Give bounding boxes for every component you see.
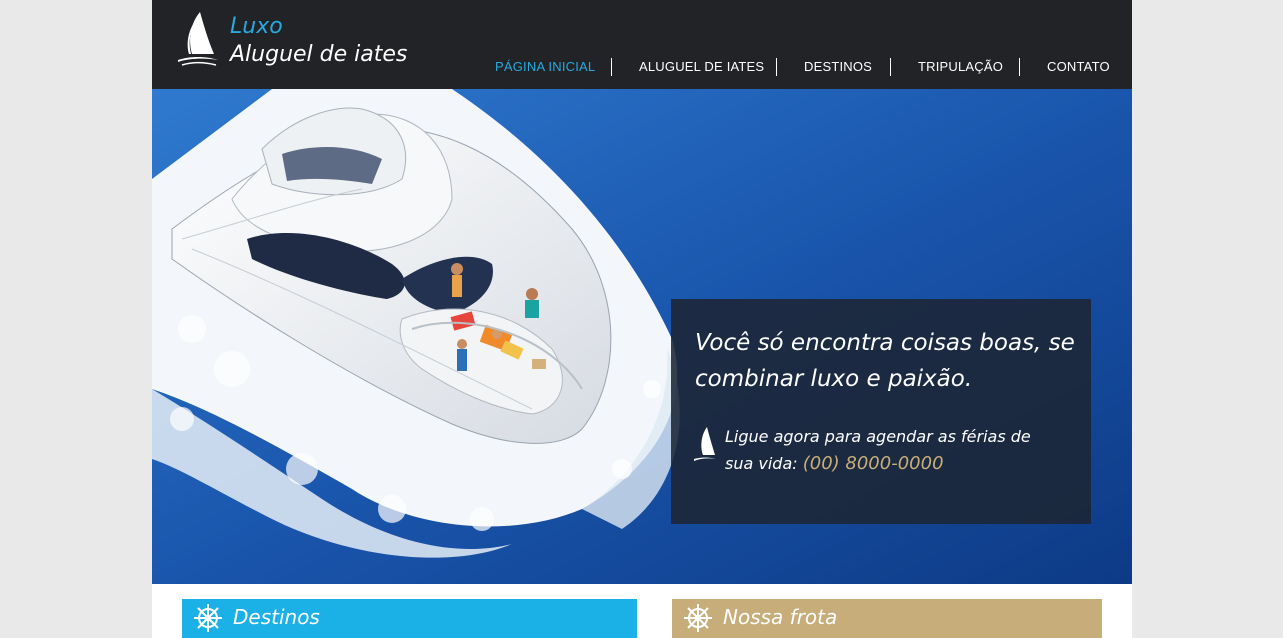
sailboat-icon [694,427,716,461]
nav-item-destinations[interactable]: DESTINOS [804,57,872,77]
promo-heading: Você só encontra coisas boas, se combina… [695,330,1075,392]
nav-divider [776,58,777,76]
promo-call-text: Ligue agora para agendar as férias de su… [725,423,1045,477]
brand-tagline: Luxo [230,14,283,39]
main-nav: PÁGINA INICIAL ALUGUEL DE IATES DESTINOS… [152,57,1132,79]
nav-divider [890,58,891,76]
nav-item-yacht-rental[interactable]: ALUGUEL DE IATES [639,57,764,77]
promo-panel: Você só encontra coisas boas, se combina… [671,299,1091,524]
section-fleet-header[interactable]: Nossa frota [672,599,1102,638]
hero-banner: Você só encontra coisas boas, se combina… [152,89,1132,584]
nav-item-contact[interactable]: CONTATO [1047,57,1110,77]
ship-wheel-icon [684,604,712,632]
section-title: Destinos [233,605,320,629]
nav-divider [611,58,612,76]
phone-number[interactable]: (00) 8000-0000 [803,453,944,474]
site-header: Luxo Aluguel de iates PÁGINA INICIAL ALU… [152,0,1132,89]
section-destinations-header[interactable]: Destinos [182,599,637,638]
nav-divider [1019,58,1020,76]
page: Luxo Aluguel de iates PÁGINA INICIAL ALU… [152,0,1132,638]
nav-item-crew[interactable]: TRIPULAÇÃO [918,57,1003,77]
ship-wheel-icon [194,604,222,632]
section-title: Nossa frota [723,605,838,629]
nav-item-home[interactable]: PÁGINA INICIAL [495,57,595,77]
